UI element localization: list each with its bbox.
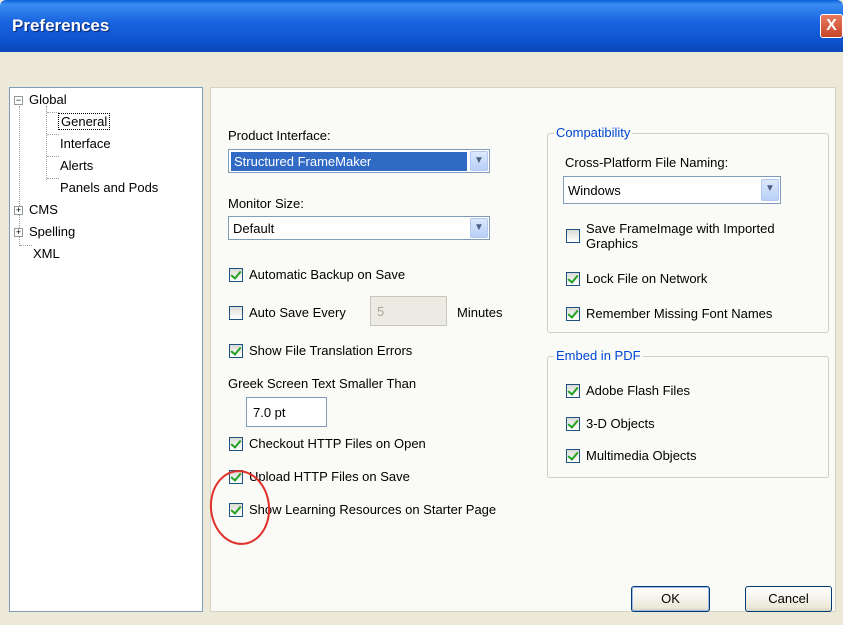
tree-item-spelling[interactable]: + Spelling [14, 224, 75, 239]
adobe-flash-label: Adobe Flash Files [586, 383, 691, 398]
monitor-size-value: Default [233, 221, 275, 236]
tree-item-cms[interactable]: + CMS [14, 202, 58, 217]
ok-button[interactable]: OK [631, 586, 710, 612]
remember-fonts-label: Remember Missing Font Names [586, 306, 773, 321]
lock-file-checkbox[interactable] [566, 272, 580, 286]
adobe-flash-checkbox[interactable] [566, 384, 580, 398]
tree-item-label: General [58, 113, 111, 130]
lock-file-label: Lock File on Network [586, 271, 708, 286]
upload-http-label: Upload HTTP Files on Save [249, 469, 410, 484]
window-title: Preferences [12, 16, 110, 35]
show-translation-errors-checkbox[interactable] [229, 344, 243, 358]
auto-save-checkbox[interactable] [229, 306, 243, 320]
chevron-down-icon[interactable]: ▼ [761, 179, 779, 201]
3d-objects-checkbox[interactable] [566, 417, 580, 431]
monitor-size-select[interactable]: Default ▼ [228, 216, 490, 240]
greek-text-size-value: 7.0 pt [253, 405, 286, 420]
tree-item-label: Global [29, 92, 67, 107]
title-bar: Preferences X [0, 0, 843, 52]
checkout-http-checkbox[interactable] [229, 437, 243, 451]
save-frameimage-label-cont: Graphics [586, 236, 639, 251]
monitor-size-label: Monitor Size: [228, 196, 304, 211]
multimedia-objects-checkbox[interactable] [566, 449, 580, 463]
greek-text-label: Greek Screen Text Smaller Than [228, 376, 417, 391]
tree-item-label: Interface [60, 136, 111, 151]
save-frameimage-checkbox[interactable] [566, 229, 580, 243]
chevron-down-icon[interactable]: ▼ [470, 218, 488, 238]
product-interface-select[interactable]: Structured FrameMaker ▼ [228, 149, 490, 173]
checkout-http-label: Checkout HTTP Files on Open [249, 436, 426, 451]
expand-icon[interactable]: + [14, 206, 23, 216]
tree-connector [47, 134, 59, 135]
tree-item-global[interactable]: − Global [14, 92, 67, 107]
save-frameimage-label: Save FrameImage with Imported [586, 221, 775, 236]
product-interface-label: Product Interface: [228, 128, 331, 143]
close-button[interactable]: X [820, 14, 843, 38]
preferences-dialog: − Global General Interface Alerts Panels … [0, 52, 843, 625]
tree-connector [46, 106, 47, 180]
3d-objects-label: 3-D Objects [586, 416, 655, 431]
tree-item-alerts[interactable]: Alerts [60, 158, 93, 173]
tree-item-label: CMS [29, 202, 58, 217]
compatibility-group-title: Compatibility [554, 125, 633, 140]
file-naming-select[interactable]: Windows ▼ [563, 176, 781, 204]
show-translation-errors-label: Show File Translation Errors [249, 343, 413, 358]
file-naming-label: Cross-Platform File Naming: [565, 155, 729, 170]
cancel-button[interactable]: Cancel [745, 586, 832, 612]
tree-item-panels-and-pods[interactable]: Panels and Pods [60, 180, 158, 195]
tree-item-label: XML [33, 246, 60, 261]
expand-icon[interactable]: + [14, 228, 23, 238]
greek-text-size-input[interactable]: 7.0 pt [246, 397, 327, 427]
category-tree[interactable]: − Global General Interface Alerts Panels … [9, 87, 203, 612]
auto-save-minutes-value: 5 [377, 304, 385, 319]
automatic-backup-label: Automatic Backup on Save [249, 267, 406, 282]
remember-fonts-checkbox[interactable] [566, 307, 580, 321]
general-settings-panel: Product Interface: Structured FrameMaker… [210, 87, 836, 612]
show-learning-resources-label: Show Learning Resources on Starter Page [249, 502, 497, 517]
collapse-icon[interactable]: − [14, 96, 23, 106]
auto-save-label: Auto Save Every [249, 305, 346, 320]
tree-item-interface[interactable]: Interface [60, 136, 111, 151]
minutes-label: Minutes [457, 305, 503, 320]
automatic-backup-checkbox[interactable] [229, 268, 243, 282]
tree-item-general[interactable]: General [58, 113, 111, 130]
multimedia-objects-label: Multimedia Objects [586, 448, 697, 463]
tree-connector [47, 178, 59, 179]
chevron-down-icon[interactable]: ▼ [470, 151, 488, 171]
file-naming-value: Windows [568, 183, 621, 198]
tree-item-label: Panels and Pods [60, 180, 159, 195]
tree-connector [20, 245, 32, 246]
product-interface-value: Structured FrameMaker [231, 152, 467, 171]
auto-save-minutes-input[interactable]: 5 [370, 296, 447, 326]
embed-pdf-group-title: Embed in PDF [554, 348, 643, 363]
tree-item-xml[interactable]: XML [33, 246, 60, 261]
tree-item-label: Spelling [29, 224, 76, 239]
tree-connector [47, 156, 59, 157]
tree-item-label: Alerts [60, 158, 94, 173]
